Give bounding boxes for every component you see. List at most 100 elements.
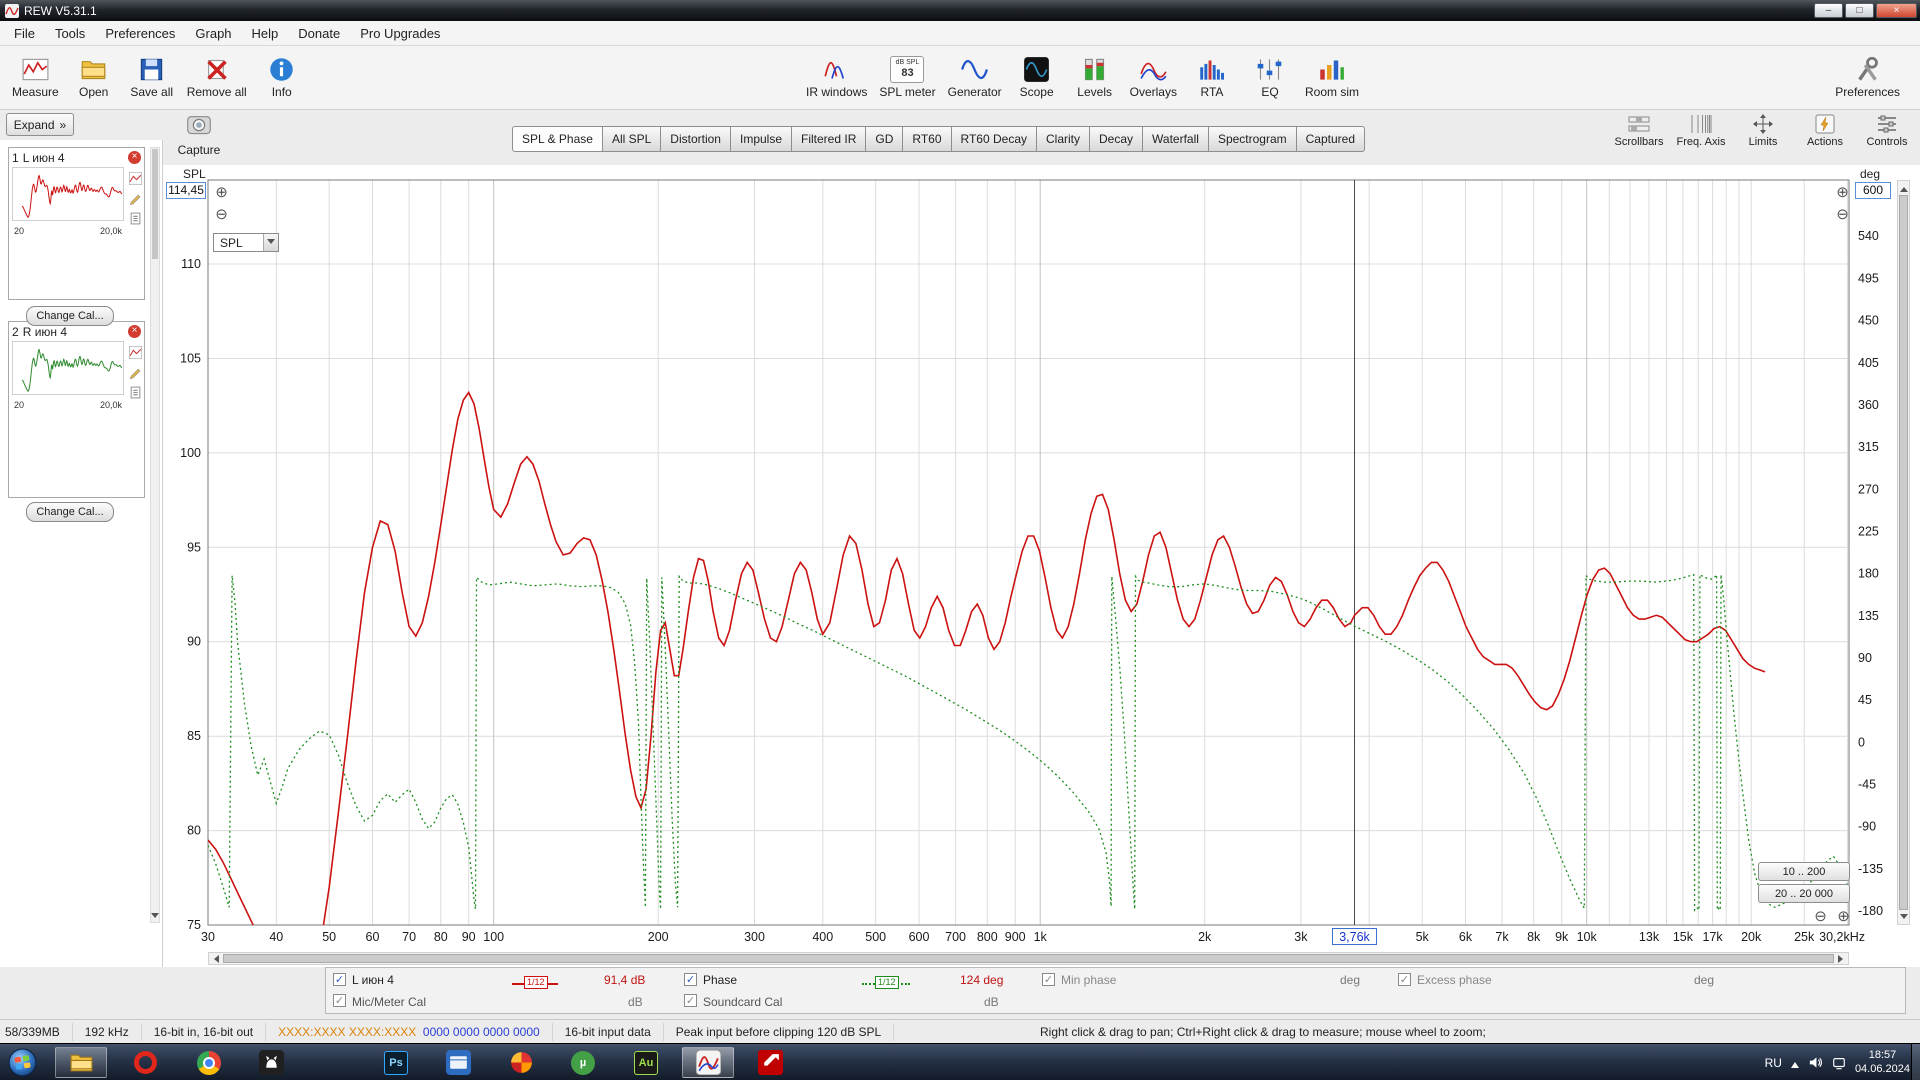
remove-measurement-icon[interactable]: × [128,151,141,164]
tab-waterfall[interactable]: Waterfall [1143,126,1209,152]
edit-pencil-icon[interactable] [129,192,142,205]
scroll-left-icon[interactable] [210,955,221,963]
vertical-scrollbar-thumb[interactable] [1899,195,1908,910]
soundcard-cal-checkbox[interactable]: ✓ [684,994,697,1007]
tab-gd[interactable]: GD [866,126,903,152]
scroll-down-icon[interactable] [1900,912,1908,923]
measurement-panel-2[interactable]: 2R июн 4×2020,0k [8,321,145,498]
spl-meter-button[interactable]: dB SPL83SPL meter [873,48,941,106]
menu-file[interactable]: File [4,22,45,45]
tab-rt60-decay[interactable]: RT60 Decay [952,126,1037,152]
taskbar-photoshop[interactable]: Ps [370,1047,422,1078]
taskbar-pinwheel-app[interactable] [495,1047,547,1078]
maximize-button[interactable]: □ [1845,3,1874,18]
edit-pencil-icon[interactable] [129,366,142,379]
taskbar-opera-browser[interactable] [119,1047,171,1078]
taskbar-rew[interactable] [682,1047,734,1078]
taskbar-dark-app[interactable] [245,1047,297,1078]
taskbar-windows-explorer[interactable] [55,1047,107,1078]
range-10-200-button[interactable]: 10 .. 200 [1758,862,1850,881]
levels-button[interactable]: Levels [1066,48,1124,106]
change-cal-button-2[interactable]: Change Cal... [26,502,114,522]
tab-filtered-ir[interactable]: Filtered IR [792,126,866,152]
mini-graph-icon[interactable] [129,346,142,359]
menu-donate[interactable]: Donate [288,22,350,45]
tab-impulse[interactable]: Impulse [731,126,792,152]
capture-button[interactable]: Capture [176,111,222,157]
spl-smoothing-badge[interactable]: 1/12 [524,976,548,989]
measurement-checkbox[interactable]: ✓ [333,973,346,986]
tab-distortion[interactable]: Distortion [661,126,731,152]
rta-button[interactable]: RTA [1183,48,1241,106]
overlays-button[interactable]: Overlays [1124,48,1183,106]
language-indicator[interactable]: RU [1765,1056,1782,1070]
tab-decay[interactable]: Decay [1090,126,1143,152]
mini-graph-icon[interactable] [129,172,142,185]
measure-button[interactable]: Measure [6,48,65,106]
start-button[interactable] [8,1048,37,1077]
notes-icon[interactable] [129,212,142,225]
taskbar-utorrent[interactable]: µ [557,1047,609,1078]
taskbar-amd-software[interactable] [744,1047,796,1078]
measurement-panel-1[interactable]: 1L июн 4×2020,0k [8,147,145,300]
zoom-in-x-axis-icon[interactable]: ⊕ [1835,909,1852,926]
eq-button[interactable]: EQ [1241,48,1299,106]
tab-spectrogram[interactable]: Spectrogram [1209,126,1297,152]
menu-graph[interactable]: Graph [185,22,241,45]
zoom-out-right-axis-icon[interactable]: ⊖ [1834,207,1851,224]
mic-cal-checkbox[interactable]: ✓ [333,994,346,1007]
menu-pro-upgrades[interactable]: Pro Upgrades [350,22,450,45]
sidebar-scrollbar-thumb[interactable] [152,149,158,259]
zoom-out-left-axis-icon[interactable]: ⊖ [213,207,230,224]
measurement-thumbnail[interactable] [9,167,144,226]
vertical-scrollbar[interactable] [1897,180,1910,925]
display-settings-icon[interactable] [1832,1056,1846,1070]
tab-clarity[interactable]: Clarity [1037,126,1090,152]
generator-button[interactable]: Generator [942,48,1008,106]
tab-all-spl[interactable]: All SPL [603,126,661,152]
excess-phase-checkbox[interactable]: ✓ [1398,973,1411,986]
right-axis-max-box[interactable]: 600 [1855,182,1891,199]
close-button[interactable]: × [1876,3,1917,18]
scrollbars-button[interactable]: Scrollbars [1608,112,1670,148]
horizontal-scrollbar-thumb[interactable] [223,954,1834,963]
zoom-in-left-axis-icon[interactable]: ⊕ [213,185,230,202]
sidebar-scroll-down-icon[interactable] [151,911,159,922]
graph-type-dropdown[interactable]: SPL [213,233,279,252]
controls-button[interactable]: Controls [1856,112,1918,148]
taskbar-chrome-browser[interactable] [183,1047,235,1078]
actions-button[interactable]: Actions [1794,112,1856,148]
minimize-button[interactable]: – [1814,3,1843,18]
freq-axis-button[interactable]: Freq. Axis [1670,112,1732,148]
spl-phase-chart[interactable]: 1101051009590858075585540495450405360315… [163,165,1920,967]
preferences-button[interactable]: Preferences [1829,48,1906,106]
limits-button[interactable]: Limits [1732,112,1794,148]
remove-measurement-icon[interactable]: × [128,325,141,338]
menu-tools[interactable]: Tools [45,22,95,45]
info-button[interactable]: Info [253,48,311,106]
phase-smoothing-badge[interactable]: 1/12 [875,976,899,989]
zoom-out-x-axis-icon[interactable]: ⊖ [1812,909,1829,926]
menu-help[interactable]: Help [242,22,289,45]
tab-spl-phase[interactable]: SPL & Phase [512,126,603,152]
change-cal-button-1[interactable]: Change Cal... [26,306,114,326]
taskbar-audition[interactable]: Au [620,1047,672,1078]
hidden-icons-chevron-icon[interactable] [1791,1058,1799,1068]
scope-button[interactable]: Scope [1008,48,1066,106]
ir-windows-button[interactable]: IR windows [800,48,873,106]
tab-captured[interactable]: Captured [1297,126,1365,152]
tab-rt60[interactable]: RT60 [903,126,951,152]
room-sim-button[interactable]: Room sim [1299,48,1365,106]
menu-preferences[interactable]: Preferences [95,22,185,45]
expand-sidebar-button[interactable]: Expand » [6,113,74,136]
clock[interactable]: 18:57 04.06.2024 [1855,1049,1910,1077]
min-phase-checkbox[interactable]: ✓ [1042,973,1055,986]
scroll-up-icon[interactable] [1900,183,1908,194]
zoom-in-right-axis-icon[interactable]: ⊕ [1834,185,1851,202]
left-axis-max-box[interactable]: 114,45 [166,182,206,199]
notes-icon[interactable] [129,386,142,399]
sidebar-scrollbar[interactable] [150,147,160,923]
remove-all-button[interactable]: Remove all [181,48,253,106]
show-desktop-button[interactable] [1911,1044,1920,1080]
scroll-right-icon[interactable] [1836,955,1847,963]
